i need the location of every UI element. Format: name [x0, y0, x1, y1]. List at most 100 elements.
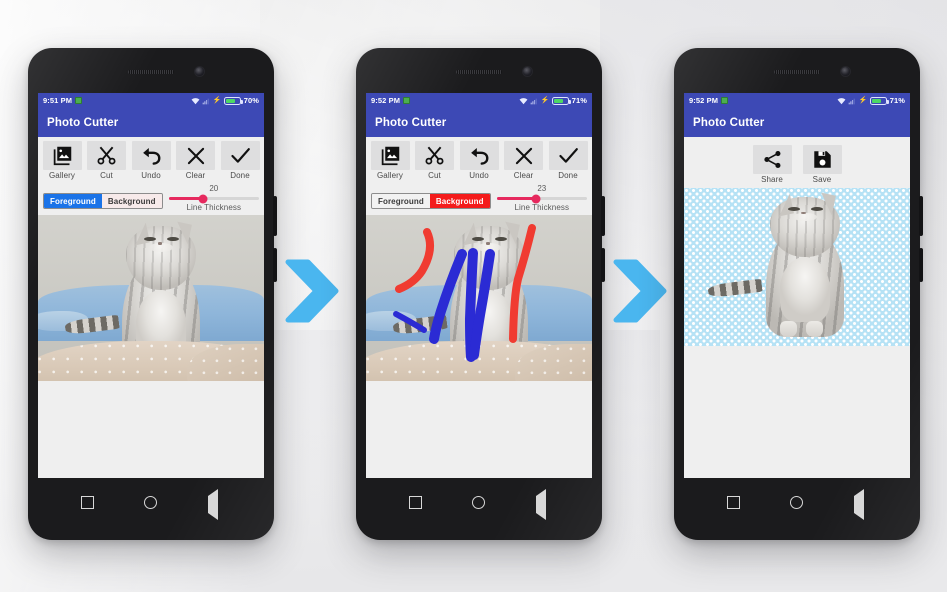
- gallery-icon: [53, 146, 71, 166]
- battery-icon: [224, 96, 244, 105]
- tool-panel: Gallery Cut Undo Clear Done Foreground B…: [38, 137, 264, 215]
- canvas-empty-area: [38, 381, 264, 478]
- battery-icon: [870, 96, 890, 105]
- photo-canvas[interactable]: [38, 215, 264, 381]
- markup-strokes: [393, 224, 536, 362]
- phone-top-bezel: [28, 48, 274, 93]
- red-stroke-right: [509, 224, 536, 343]
- app-bar: Photo Cutter: [38, 108, 264, 137]
- system-navigation-bar: [28, 478, 274, 540]
- save-floppy-icon: [813, 151, 831, 168]
- volume-button[interactable]: [919, 248, 923, 282]
- triangle-back-icon[interactable]: [853, 488, 867, 520]
- power-button[interactable]: [919, 196, 923, 236]
- line-thickness-slider[interactable]: 23 Line Thickness: [496, 184, 587, 212]
- arrow-step-2-to-3: [610, 258, 672, 324]
- signal-bars-icon: [531, 98, 538, 104]
- tool-gallery-label: Gallery: [376, 171, 404, 180]
- scissors-icon: [425, 146, 444, 165]
- tool-share[interactable]: Share: [752, 145, 792, 184]
- gallery-icon: [381, 146, 399, 166]
- wifi-icon: [519, 97, 528, 104]
- phone-2: 9:52 PM ⚡ 71% Photo Cutter Gallery Cut U…: [356, 48, 605, 540]
- front-camera-icon: [523, 67, 532, 76]
- segment-background[interactable]: Background: [101, 194, 162, 208]
- arrow-step-1-to-2: [282, 258, 344, 324]
- tool-cut-label: Cut: [100, 171, 113, 180]
- wifi-icon: [191, 97, 200, 104]
- tool-gallery-label: Gallery: [48, 171, 76, 180]
- tool-gallery[interactable]: Gallery: [42, 141, 82, 180]
- speaker-grille-icon: [456, 70, 502, 74]
- tool-undo[interactable]: Undo: [459, 141, 499, 180]
- status-bar: 9:52 PM ⚡ 71%: [684, 93, 910, 108]
- square-icon[interactable]: [409, 495, 423, 509]
- triangle-back-icon[interactable]: [535, 488, 549, 520]
- battery-percent: 70%: [243, 96, 259, 105]
- page-title: Photo Cutter: [693, 116, 765, 129]
- circle-icon[interactable]: [472, 495, 486, 509]
- square-icon[interactable]: [727, 495, 741, 509]
- tool-undo-label: Undo: [469, 171, 489, 180]
- tool-share-label: Share: [761, 175, 783, 184]
- slider-track[interactable]: [168, 194, 259, 203]
- segment-foreground[interactable]: Foreground: [372, 194, 430, 208]
- tool-save[interactable]: Save: [802, 145, 842, 184]
- status-clock: 9:52 PM: [689, 96, 719, 105]
- circle-icon[interactable]: [790, 495, 804, 509]
- square-icon[interactable]: [81, 495, 95, 509]
- mode-segmented-control[interactable]: Foreground Background: [371, 193, 491, 209]
- tool-done[interactable]: Done: [220, 141, 260, 180]
- close-x-icon: [187, 147, 204, 164]
- segment-background[interactable]: Background: [429, 194, 490, 208]
- blue-stroke-left: [429, 249, 467, 344]
- phone-top-bezel: [356, 48, 602, 93]
- tool-clear[interactable]: Clear: [176, 141, 216, 180]
- slider-thumb[interactable]: [531, 194, 541, 203]
- tool-clear-label: Clear: [513, 171, 534, 180]
- tool-row: Share Save: [684, 141, 910, 184]
- phone-2-screen: 9:52 PM ⚡ 71% Photo Cutter Gallery Cut U…: [366, 93, 592, 478]
- tool-gallery[interactable]: Gallery: [370, 141, 410, 180]
- canvas-empty-area: [684, 346, 910, 478]
- battery-icon: [552, 96, 572, 105]
- scissors-icon: [97, 146, 116, 165]
- red-stroke-left: [395, 228, 435, 293]
- tool-done[interactable]: Done: [548, 141, 588, 180]
- tool-cut[interactable]: Cut: [87, 141, 127, 180]
- tool-undo-label: Undo: [141, 171, 161, 180]
- segment-foreground[interactable]: Foreground: [44, 194, 102, 208]
- slider-caption: Line Thickness: [514, 203, 570, 212]
- triangle-back-icon[interactable]: [207, 488, 221, 520]
- volume-button[interactable]: [273, 248, 277, 282]
- result-canvas[interactable]: [684, 188, 910, 346]
- circle-icon[interactable]: [144, 495, 158, 509]
- slider-thumb[interactable]: [198, 194, 208, 203]
- photo-canvas[interactable]: [366, 215, 592, 381]
- tool-save-label: Save: [812, 175, 832, 184]
- app-bar: Photo Cutter: [684, 108, 910, 137]
- battery-percent: 71%: [571, 96, 587, 105]
- share-icon: [763, 151, 780, 168]
- speaker-grille-icon: [774, 70, 820, 74]
- speaker-grille-icon: [128, 70, 174, 74]
- volume-button[interactable]: [601, 248, 605, 282]
- tool-cut[interactable]: Cut: [415, 141, 455, 180]
- power-button[interactable]: [273, 196, 277, 236]
- tool-undo[interactable]: Undo: [131, 141, 171, 180]
- control-row: Foreground Background 23 Line Thickness: [366, 180, 592, 215]
- slider-track[interactable]: [496, 194, 587, 203]
- power-button[interactable]: [601, 196, 605, 236]
- tool-row: Gallery Cut Undo Clear Done: [366, 141, 592, 180]
- blue-stroke-tail: [393, 311, 427, 333]
- tool-clear[interactable]: Clear: [504, 141, 544, 180]
- app-bar: Photo Cutter: [366, 108, 592, 137]
- page-title: Photo Cutter: [375, 116, 447, 129]
- status-clock: 9:52 PM: [371, 96, 401, 105]
- mode-segmented-control[interactable]: Foreground Background: [43, 193, 163, 209]
- slider-value: 20: [209, 184, 219, 193]
- phone-3-screen: 9:52 PM ⚡ 71% Photo Cutter Share Save: [684, 93, 910, 478]
- front-camera-icon: [195, 67, 204, 76]
- charging-bolt-icon: ⚡: [858, 97, 868, 104]
- line-thickness-slider[interactable]: 20 Line Thickness: [168, 184, 259, 212]
